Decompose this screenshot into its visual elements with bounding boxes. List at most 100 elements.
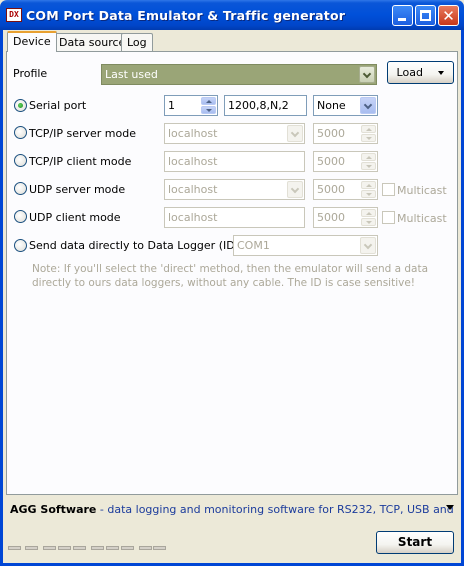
spin-down-button[interactable] xyxy=(361,162,376,170)
spin-down-button[interactable] xyxy=(361,134,376,142)
profile-label: Profile xyxy=(13,67,48,80)
udp-server-host-select[interactable]: localhost xyxy=(164,179,305,200)
direct-logger-label[interactable]: Send data directly to Data Logger (ID=) xyxy=(29,239,248,252)
udp-client-port-spinner[interactable]: 5000 xyxy=(313,207,378,228)
spin-down-button[interactable] xyxy=(361,218,376,226)
tcp-server-port-spinner[interactable]: 5000 xyxy=(313,123,378,144)
tcp-server-label[interactable]: TCP/IP server mode xyxy=(29,127,136,140)
flow-control-dropdown-button[interactable] xyxy=(360,97,376,114)
tcp-server-radio[interactable] xyxy=(14,126,27,139)
minimize-icon xyxy=(398,18,406,21)
dropdown-arrow-icon xyxy=(438,71,445,75)
udp-server-host-value: localhost xyxy=(168,183,218,196)
start-button[interactable]: Start xyxy=(376,531,454,554)
udp-server-multicast-label[interactable]: Multicast xyxy=(397,184,447,197)
direct-logger-id-value: COM1 xyxy=(237,239,270,252)
udp-client-multicast-label[interactable]: Multicast xyxy=(397,212,447,225)
serial-port-number-spinner[interactable]: 1 xyxy=(164,95,218,116)
udp-server-multicast-checkbox[interactable] xyxy=(382,183,395,196)
tcp-server-port-value: 5000 xyxy=(317,127,345,140)
tcp-server-host-select[interactable]: localhost xyxy=(164,123,305,144)
status-led xyxy=(153,546,166,550)
status-led xyxy=(106,546,119,550)
tab-device[interactable]: Device xyxy=(7,31,57,52)
chevron-down-icon xyxy=(363,240,373,250)
udp-server-label[interactable]: UDP server mode xyxy=(29,183,125,196)
arrow-down-icon xyxy=(366,193,372,196)
tcp-server-host-dropdown-button[interactable] xyxy=(287,125,303,142)
arrow-up-icon xyxy=(206,100,212,103)
udp-server-port-value: 5000 xyxy=(317,183,345,196)
udp-server-host-dropdown-button[interactable] xyxy=(287,181,303,198)
status-led xyxy=(8,546,21,550)
arrow-down-icon xyxy=(366,221,372,224)
profile-selected-value: Last used xyxy=(105,68,158,81)
status-led xyxy=(73,546,86,550)
tcp-client-port-value: 5000 xyxy=(317,155,345,168)
minimize-button[interactable] xyxy=(392,5,413,26)
title-bar[interactable]: DX COM Port Data Emulator & Traffic gene… xyxy=(0,0,464,30)
direct-logger-id-select[interactable]: COM1 xyxy=(233,235,378,256)
flow-control-select[interactable]: None xyxy=(313,95,378,116)
maximize-icon xyxy=(420,10,431,21)
direct-logger-id-dropdown-button[interactable] xyxy=(360,237,376,254)
status-led xyxy=(121,546,134,550)
status-led xyxy=(58,546,71,550)
spin-up-button[interactable] xyxy=(361,153,376,161)
banner-dropdown-icon[interactable] xyxy=(446,505,454,510)
load-button[interactable]: Load xyxy=(387,61,454,84)
status-led xyxy=(91,546,104,550)
flow-control-value: None xyxy=(317,99,346,112)
direct-mode-note: Note: If you'll select the 'direct' meth… xyxy=(32,263,429,289)
arrow-up-icon xyxy=(366,156,372,159)
spin-up-button[interactable] xyxy=(361,125,376,133)
direct-logger-radio[interactable] xyxy=(14,239,27,252)
serial-port-number-value: 1 xyxy=(168,99,175,112)
brand-name: AGG Software xyxy=(10,503,97,516)
udp-client-multicast-checkbox[interactable] xyxy=(382,211,395,224)
tcp-client-radio[interactable] xyxy=(14,154,27,167)
load-button-label: Load xyxy=(396,66,423,79)
arrow-down-icon xyxy=(206,109,212,112)
tcp-client-label[interactable]: TCP/IP client mode xyxy=(29,155,131,168)
footer-banner[interactable]: AGG Software - data logging and monitori… xyxy=(10,503,454,517)
arrow-down-icon xyxy=(366,165,372,168)
tab-log[interactable]: Log xyxy=(121,33,153,52)
tcp-client-host-field[interactable]: localhost xyxy=(164,151,305,172)
status-led xyxy=(43,546,56,550)
spin-up-button[interactable] xyxy=(361,181,376,189)
close-icon: ✕ xyxy=(442,7,455,25)
serial-port-label[interactable]: Serial port xyxy=(29,99,86,112)
udp-client-label[interactable]: UDP client mode xyxy=(29,211,121,224)
tab-data-source[interactable]: Data source xyxy=(53,33,132,52)
serial-settings-field[interactable]: 1200,8,N,2 xyxy=(224,95,307,116)
spin-down-button[interactable] xyxy=(361,190,376,198)
chevron-down-icon xyxy=(290,184,300,194)
window-title: COM Port Data Emulator & Traffic generat… xyxy=(26,8,346,23)
chevron-down-icon xyxy=(362,69,372,79)
udp-server-radio[interactable] xyxy=(14,182,27,195)
spin-up-button[interactable] xyxy=(361,209,376,217)
udp-server-port-spinner[interactable]: 5000 xyxy=(313,179,378,200)
app-icon: DX xyxy=(6,8,22,22)
tcp-client-port-spinner[interactable]: 5000 xyxy=(313,151,378,172)
spin-down-button[interactable] xyxy=(201,106,216,114)
udp-client-host-field[interactable]: localhost xyxy=(164,207,305,228)
status-led xyxy=(25,546,38,550)
status-led xyxy=(139,546,152,550)
profile-dropdown-button[interactable] xyxy=(359,66,375,83)
close-button[interactable]: ✕ xyxy=(438,5,459,26)
udp-client-radio[interactable] xyxy=(14,210,27,223)
arrow-up-icon xyxy=(366,184,372,187)
serial-port-radio[interactable] xyxy=(14,99,27,112)
arrow-up-icon xyxy=(366,128,372,131)
maximize-button[interactable] xyxy=(415,5,436,26)
chevron-down-icon xyxy=(363,100,373,110)
tcp-server-host-value: localhost xyxy=(168,127,218,140)
udp-client-port-value: 5000 xyxy=(317,211,345,224)
chevron-down-icon xyxy=(290,128,300,138)
brand-tagline: - data logging and monitoring software f… xyxy=(96,503,454,516)
arrow-down-icon xyxy=(366,137,372,140)
profile-select[interactable]: Last used xyxy=(101,64,377,85)
spin-up-button[interactable] xyxy=(201,97,216,105)
